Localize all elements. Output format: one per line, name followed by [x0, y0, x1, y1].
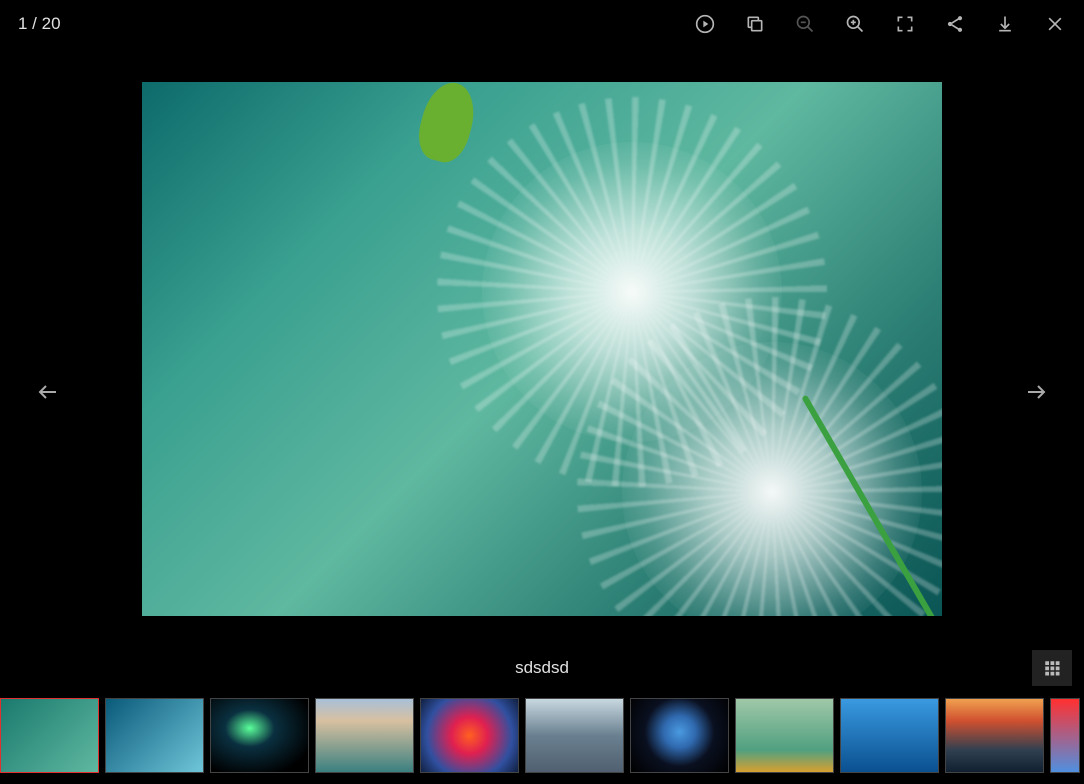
fullscreen-button[interactable]	[894, 13, 916, 35]
thumbnail[interactable]	[210, 698, 309, 773]
copy-button[interactable]	[744, 13, 766, 35]
zoom-in-icon	[845, 14, 865, 34]
close-icon	[1045, 14, 1065, 34]
arrow-right-icon	[1024, 380, 1048, 404]
grid-icon	[1043, 659, 1061, 677]
play-button[interactable]	[694, 13, 716, 35]
zoom-out-button[interactable]	[794, 13, 816, 35]
main-image[interactable]	[142, 82, 942, 616]
top-bar: 1 / 20	[0, 0, 1084, 48]
arrow-left-icon	[36, 380, 60, 404]
thumbnail[interactable]	[0, 698, 99, 773]
next-button[interactable]	[1016, 372, 1056, 412]
copy-icon	[745, 14, 765, 34]
caption-row: sdsdsd	[0, 650, 1084, 686]
share-icon	[945, 14, 965, 34]
thumbnail-strip[interactable]	[0, 692, 1084, 778]
toolbar	[694, 13, 1066, 35]
thumbnail[interactable]	[735, 698, 834, 773]
fullscreen-icon	[895, 14, 915, 34]
thumbnail[interactable]	[840, 698, 939, 773]
image-caption: sdsdsd	[515, 658, 569, 678]
play-icon	[695, 14, 715, 34]
close-button[interactable]	[1044, 13, 1066, 35]
thumbnail[interactable]	[315, 698, 414, 773]
thumbnail[interactable]	[525, 698, 624, 773]
download-button[interactable]	[994, 13, 1016, 35]
thumbnail-grid-toggle[interactable]	[1032, 650, 1072, 686]
thumbnail[interactable]	[420, 698, 519, 773]
download-icon	[995, 14, 1015, 34]
zoom-in-button[interactable]	[844, 13, 866, 35]
zoom-out-icon	[795, 14, 815, 34]
thumbnail[interactable]	[1050, 698, 1080, 773]
image-counter: 1 / 20	[18, 14, 61, 34]
share-button[interactable]	[944, 13, 966, 35]
thumbnail[interactable]	[105, 698, 204, 773]
stage	[0, 48, 1084, 650]
lightbox-viewer: 1 / 20	[0, 0, 1084, 784]
thumbnail[interactable]	[945, 698, 1044, 773]
prev-button[interactable]	[28, 372, 68, 412]
thumbnail[interactable]	[630, 698, 729, 773]
